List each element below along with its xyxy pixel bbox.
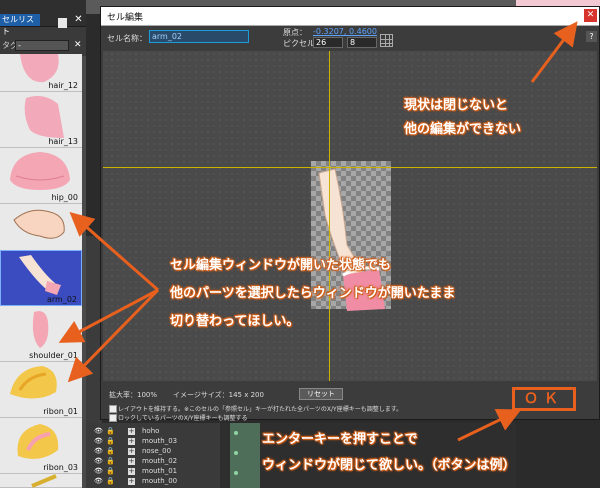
note-middle-2: 他のパーツを選択したらウィンドウが開いたまま <box>170 286 456 301</box>
note-middle-1: セル編集ウィンドウが開いた状態でも <box>170 258 392 273</box>
arrow-to-ok <box>457 409 522 442</box>
arrow-to-ribbon <box>67 288 160 383</box>
arrow-to-shoulder <box>58 288 159 343</box>
example-ok-button: ＯＫ <box>512 387 576 411</box>
note-middle-3: 切り替わってほしい。 <box>170 314 300 329</box>
note-top-right-1: 現状は閉じないと <box>404 98 509 113</box>
arrow-to-close <box>530 21 578 83</box>
note-bottom-2: ウィンドウが閉じて欲しい。（ボタンは例） <box>262 458 516 473</box>
note-top-right-2: 他の編集ができない <box>404 122 522 137</box>
note-bottom-1: エンターキーを押すことで <box>262 432 418 447</box>
annotation-arrows <box>58 21 578 442</box>
arrow-to-hand <box>69 212 159 292</box>
